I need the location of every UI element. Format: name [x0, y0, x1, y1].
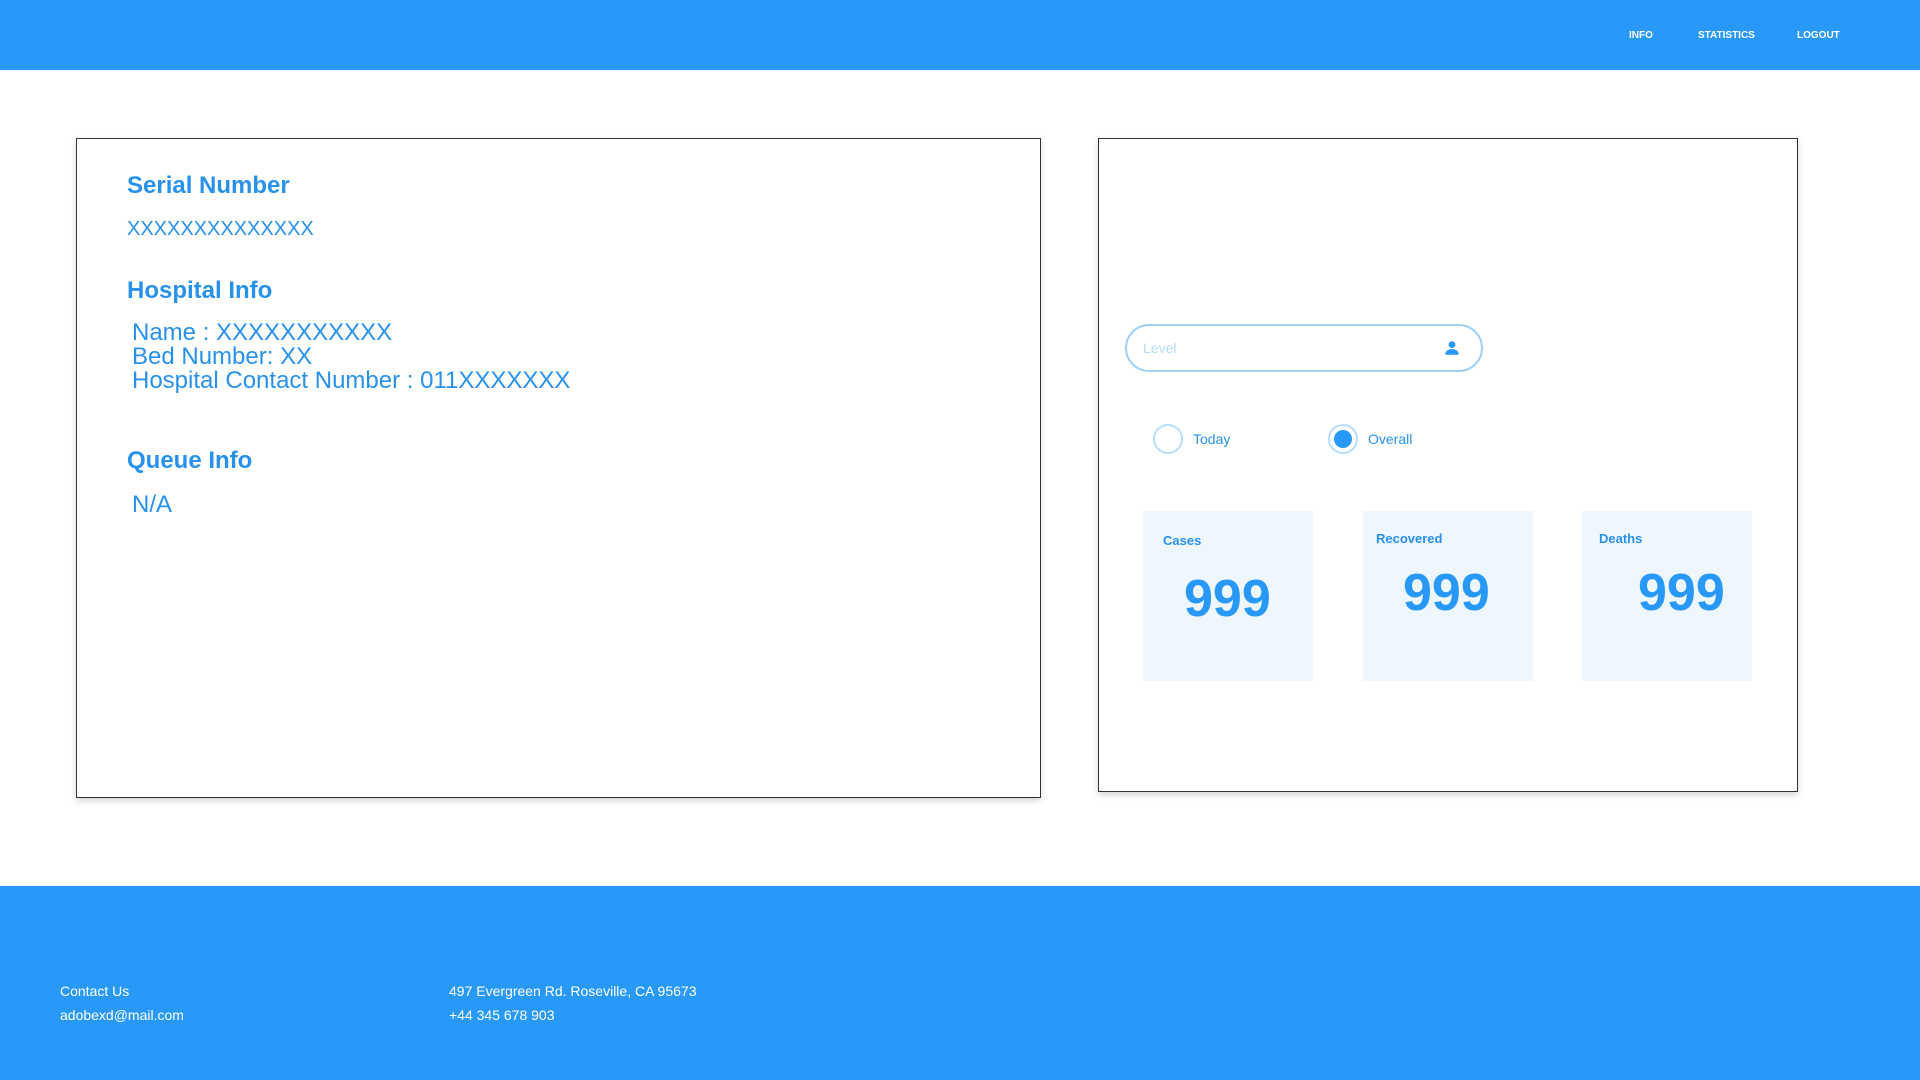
statistics-panel: Today Overall Cases 999 Recovered 999 De…: [1098, 138, 1798, 792]
radio-overall-label: Overall: [1368, 431, 1413, 447]
nav-logout-link[interactable]: LOGOUT: [1797, 0, 1840, 70]
top-navbar: INFO STATISTICS LOGOUT: [0, 0, 1920, 70]
patient-info-panel: Serial Number XXXXXXXXXXXXXX Hospital In…: [76, 138, 1041, 798]
contact-email-link[interactable]: adobexd@mail.com: [60, 1007, 184, 1023]
user-icon[interactable]: [1443, 339, 1461, 357]
radio-button-selected[interactable]: [1328, 424, 1358, 454]
radio-overall[interactable]: Overall: [1328, 424, 1412, 454]
cases-value: 999: [1184, 570, 1271, 628]
serial-number-heading: Serial Number: [127, 172, 290, 199]
cases-card: Cases 999: [1143, 511, 1313, 681]
recovered-value: 999: [1403, 564, 1490, 622]
hospital-name: Name : XXXXXXXXXXX: [132, 319, 393, 346]
nav-statistics-link[interactable]: STATISTICS: [1698, 0, 1755, 70]
level-input[interactable]: [1143, 326, 1433, 370]
deaths-label: Deaths: [1599, 531, 1643, 546]
contact-us-label: Contact Us: [60, 983, 130, 999]
hospital-info-details: Name : XXXXXXXXXXX Bed Number: XX Hospit…: [132, 321, 570, 393]
recovered-card: Recovered 999: [1363, 511, 1533, 681]
serial-number-value: XXXXXXXXXXXXXX: [127, 218, 314, 240]
hospital-info-heading: Hospital Info: [127, 277, 273, 304]
deaths-value: 999: [1638, 564, 1725, 622]
radio-button[interactable]: [1153, 424, 1183, 454]
footer-address: 497 Evergreen Rd. Roseville, CA 95673: [449, 983, 697, 999]
radio-today-label: Today: [1193, 431, 1231, 447]
level-search-field: [1125, 324, 1483, 372]
bed-number: Bed Number: XX: [132, 343, 313, 370]
radio-today[interactable]: Today: [1153, 424, 1230, 454]
queue-info-heading: Queue Info: [127, 447, 253, 474]
cases-label: Cases: [1163, 533, 1202, 548]
recovered-label: Recovered: [1376, 531, 1443, 546]
hospital-contact-number: Hospital Contact Number : 011XXXXXXX: [132, 367, 571, 394]
deaths-card: Deaths 999: [1582, 511, 1752, 681]
nav-info-link[interactable]: INFO: [1629, 0, 1653, 70]
footer: Contact Us adobexd@mail.com 497 Evergree…: [0, 886, 1920, 1080]
queue-info-value: N/A: [132, 491, 173, 518]
footer-phone: +44 345 678 903: [449, 1007, 555, 1023]
